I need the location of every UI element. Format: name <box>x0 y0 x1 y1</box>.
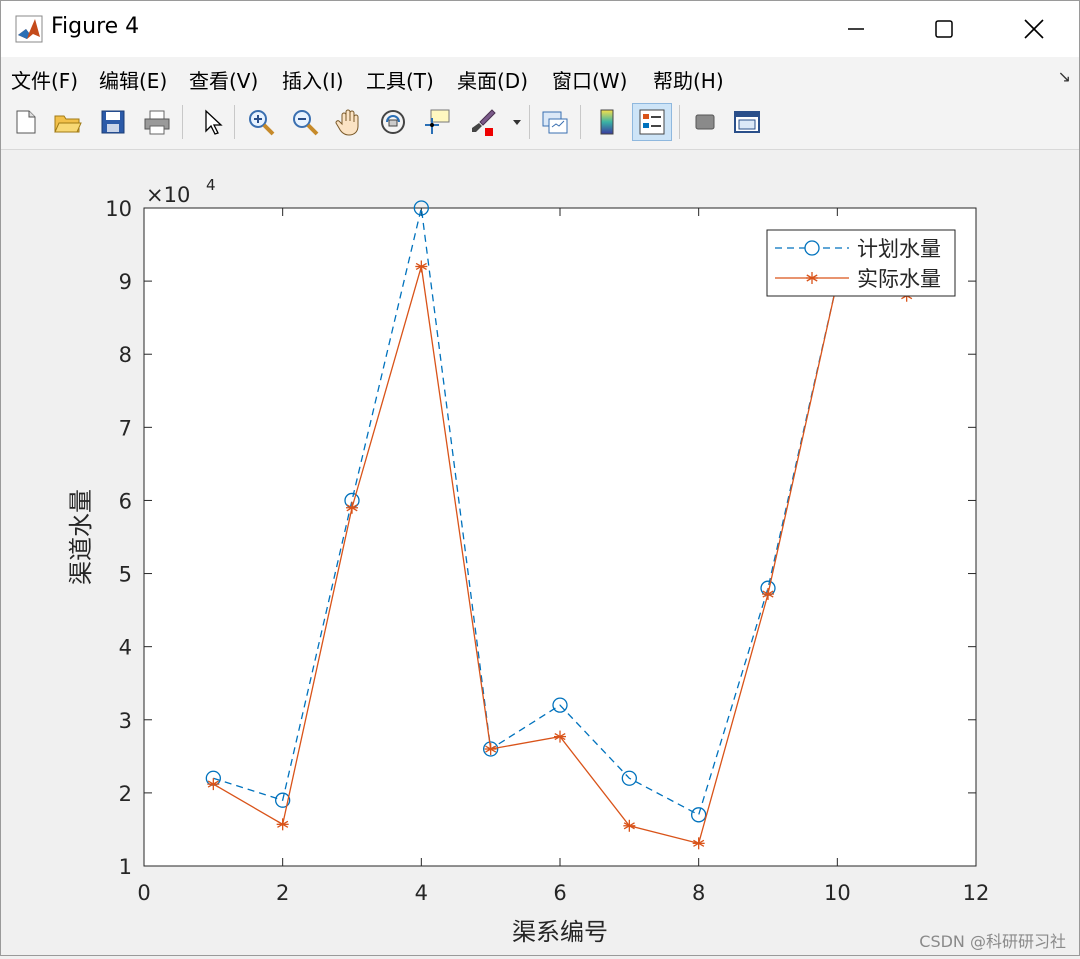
zoom-in-icon <box>249 110 275 136</box>
maximize-icon <box>935 20 953 38</box>
y-tick-label: 2 <box>119 782 132 806</box>
legend-marker <box>804 240 820 256</box>
legend-label: 实际水量 <box>857 267 941 291</box>
toolbar-separator <box>182 105 183 139</box>
open-file-icon <box>54 115 82 133</box>
brush-dropdown-button[interactable] <box>507 104 527 140</box>
select-pointer-button[interactable] <box>193 104 229 140</box>
save-button[interactable] <box>95 104 131 140</box>
watermark: CSDN @科研研习社 <box>919 932 1066 951</box>
zoom-in-button[interactable] <box>243 104 279 140</box>
legend-label: 计划水量 <box>857 237 941 261</box>
rotate-3d-icon <box>381 110 405 134</box>
y-tick-label: 5 <box>119 563 132 587</box>
link-plot-icon <box>542 111 568 134</box>
x-tick-label: 2 <box>276 881 289 905</box>
zoom-out-icon <box>293 110 319 136</box>
save-icon <box>101 110 125 134</box>
figure-toolbar <box>1 97 1079 150</box>
menu-bar: 文件(F) 编辑(E) 查看(V) 插入(I) 工具(T) 桌面(D) 窗口(W… <box>1 57 1079 97</box>
close-icon <box>1024 19 1044 39</box>
new-figure-icon <box>16 110 36 134</box>
link-plot-button[interactable] <box>537 104 573 140</box>
new-figure-button[interactable] <box>7 104 43 140</box>
window-title: Figure 4 <box>51 14 140 39</box>
brush-icon <box>472 109 496 136</box>
pan-button[interactable] <box>331 104 367 140</box>
rotate-3d-button[interactable] <box>375 104 411 140</box>
x-tick-label: 10 <box>824 881 851 905</box>
select-pointer-icon <box>205 109 223 135</box>
toolbar-separator <box>234 105 235 139</box>
x-tick-label: 6 <box>553 881 566 905</box>
menu-edit[interactable]: 编辑(E) <box>99 65 167 94</box>
pan-hand-icon <box>335 109 359 136</box>
menu-view[interactable]: 查看(V) <box>189 65 258 94</box>
y-tick-label: 9 <box>119 270 132 294</box>
print-button[interactable] <box>139 104 175 140</box>
y-tick-label: 7 <box>119 416 132 440</box>
menubar-expand-icon[interactable]: ↘ <box>1058 67 1071 86</box>
legend-icon <box>639 109 665 135</box>
dock-button[interactable] <box>729 104 765 140</box>
y-tick-label: 1 <box>119 855 132 879</box>
y-tick-label: 6 <box>119 489 132 513</box>
y-tick-label: 8 <box>119 343 132 367</box>
x-axis-label: 渠系编号 <box>512 918 608 946</box>
menu-desktop[interactable]: 桌面(D) <box>457 65 528 94</box>
menu-window[interactable]: 窗口(W) <box>552 65 627 94</box>
hide-tools-button[interactable] <box>687 104 723 140</box>
y-tick-label: 3 <box>119 709 132 733</box>
y-tick-label: 4 <box>119 636 132 660</box>
chevron-down-icon <box>513 120 521 125</box>
figure-window: Figure 4 文件(F) 编辑(E) 查看(V) 插入(I) 工具(T) 桌… <box>0 0 1080 956</box>
matlab-logo-icon <box>15 15 43 43</box>
plot-area <box>143 207 977 867</box>
zoom-out-button[interactable] <box>287 104 323 140</box>
menu-insert[interactable]: 插入(I) <box>282 65 344 94</box>
legend-button[interactable] <box>632 103 672 141</box>
x-tick-label: 4 <box>415 881 428 905</box>
x-tick-label: 0 <box>137 881 150 905</box>
y-tick-label: 10 <box>105 197 132 221</box>
close-button[interactable] <box>989 1 1079 57</box>
open-file-button[interactable] <box>49 104 85 140</box>
minimize-button[interactable] <box>811 1 901 57</box>
dock-icon <box>734 111 760 133</box>
y-exponent-power: 4 <box>206 176 216 194</box>
toolbar-separator <box>580 105 581 139</box>
minimize-icon <box>848 28 864 30</box>
data-cursor-button[interactable] <box>419 104 455 140</box>
line-chart[interactable]: 0 2 4 6 8 10 1212345678910×10 4渠系编号渠道水量计划水量实际水量 <box>1 150 1079 955</box>
title-bar[interactable]: Figure 4 <box>1 1 1079 57</box>
menu-file[interactable]: 文件(F) <box>11 65 78 94</box>
toolbar-separator <box>679 105 680 139</box>
print-icon <box>144 110 170 135</box>
brush-button[interactable] <box>465 104 501 140</box>
x-tick-label: 8 <box>692 881 705 905</box>
menu-help[interactable]: 帮助(H) <box>653 65 724 94</box>
data-cursor-icon <box>425 109 450 134</box>
toolbar-separator <box>529 105 530 139</box>
menu-tools[interactable]: 工具(T) <box>366 65 434 94</box>
y-exponent-label: ×10 <box>146 183 190 207</box>
colorbar-button[interactable] <box>589 104 625 140</box>
x-tick-label: 12 <box>963 881 990 905</box>
hide-tools-icon <box>695 114 715 130</box>
y-axis-label: 渠道水量 <box>67 489 95 585</box>
colorbar-icon <box>600 109 614 135</box>
maximize-button[interactable] <box>899 1 989 57</box>
figure-canvas[interactable]: 0 2 4 6 8 10 12 1 2 3 4 5 6 7 8 9 10 ×10 4 渠系编号 渠道水量 计划水量 实际水量 <box>1 150 1079 955</box>
